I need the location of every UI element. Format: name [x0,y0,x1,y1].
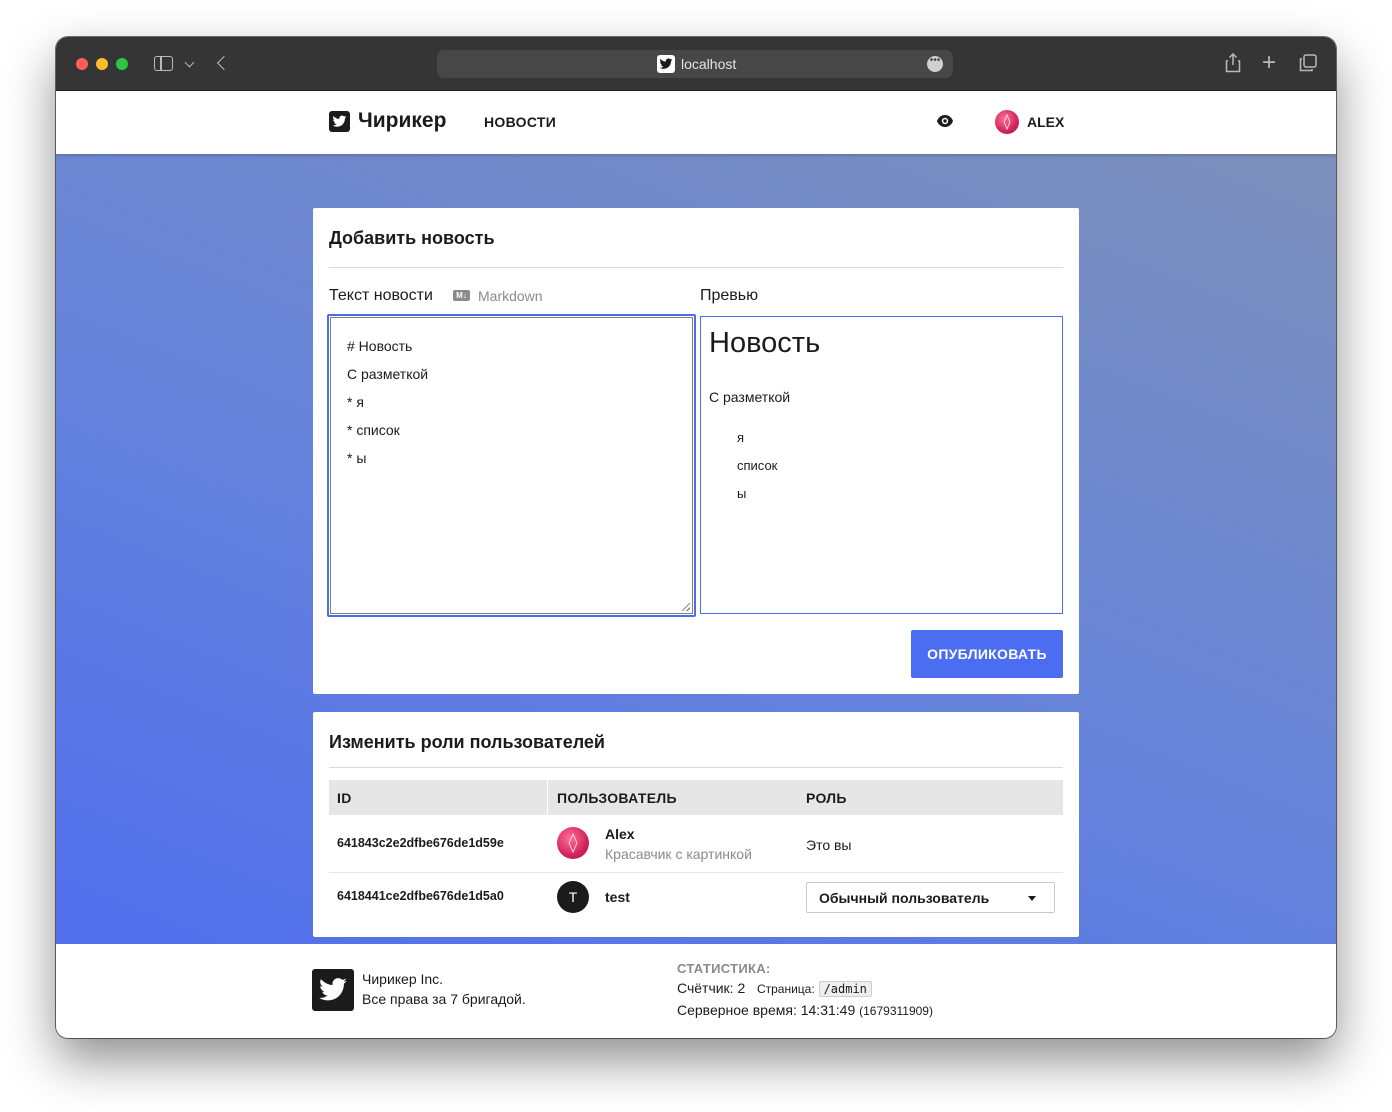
preview-heading: Новость [709,327,821,359]
twitter-logo-icon[interactable] [329,111,350,132]
server-time-label: Серверное время: [677,1002,797,1018]
add-news-card: Добавить новость Текст новости M↓ Markdo… [313,208,1079,694]
editor-line: * список [347,422,400,438]
twitter-favicon-icon [657,55,675,73]
editor-line: С разметкой [347,366,429,382]
user-roles-title: Изменить роли пользователей [329,732,605,752]
eye-icon[interactable] [936,114,954,128]
new-tab-icon[interactable]: + [1262,51,1276,75]
add-news-title: Добавить новость [329,228,495,248]
user-id-cell: 641843c2e2dfbe676de1d59e [337,836,504,850]
address-bar[interactable]: localhost ••• [437,50,953,78]
news-preview: Новость С разметкой я список ы [700,316,1063,614]
preview-list-item: список [737,458,778,473]
caret-down-icon [1028,896,1036,901]
publish-button[interactable]: ОПУБЛИКОВАТЬ [911,630,1063,678]
stats-time-line: Серверное время: 14:31:49 (1679311909) [677,1002,933,1018]
sidebar-toggle-icon[interactable] [154,56,173,71]
server-time: 14:31:49 [800,1002,856,1018]
user-name: test [605,889,630,905]
preview-list-item: я [737,430,745,445]
markdown-icon: M↓ [453,290,470,301]
user-menu-name[interactable]: ALEX [1027,114,1064,130]
chevron-down-icon[interactable] [184,57,195,68]
minimize-window-button[interactable] [96,58,108,70]
back-arrow-icon[interactable] [216,55,232,71]
nav-link-news[interactable]: НОВОСТИ [484,114,556,130]
footer-company: Чирикер Inc. [362,971,444,987]
news-text-editor[interactable]: # Новость С разметкой * я * список * ы [327,314,696,617]
editor-line: * ы [347,450,367,466]
divider [329,267,1063,268]
column-header-id: ID [337,790,352,806]
tab-overview-icon[interactable] [1299,54,1317,72]
avatar [557,827,589,859]
counter-label: Счётчик: [677,980,734,996]
brand-name[interactable]: Чирикер [358,109,446,133]
zoom-window-button[interactable] [116,58,128,70]
column-header-role: РОЛЬ [806,790,847,806]
url-text: localhost [681,56,737,72]
browser-window: localhost ••• + Чирикер НОВОСТИ ALEX Доб… [56,37,1336,1038]
news-text-label: Текст новости [329,287,433,304]
avatar[interactable] [995,110,1019,134]
stats-counter-line: Счётчик: 2 Страница: /admin [677,980,872,997]
user-name: Alex [605,826,635,842]
site-footer: Чирикер Inc. Все права за 7 бригадой. СТ… [56,944,1336,1038]
editor-line: * я [347,394,364,410]
twitter-logo-icon [312,969,354,1011]
footer-rights: Все права за 7 бригадой. [362,991,526,1007]
page-label: Страница: [756,982,815,996]
page: Чирикер НОВОСТИ ALEX Добавить новость Те… [56,91,1336,1038]
user-id-cell: 6418441ce2dfbe676de1d5a0 [337,889,504,903]
role-text: Это вы [806,837,852,853]
stats-title: СТАТИСТИКА: [677,961,771,976]
table-header: ID ПОЛЬЗОВАТЕЛЬ РОЛЬ [329,780,1063,815]
user-roles-card: Изменить роли пользователей ID ПОЛЬЗОВАТ… [313,712,1079,937]
more-options-icon[interactable]: ••• [927,56,943,72]
markdown-label: Markdown [478,288,543,304]
resize-handle-icon[interactable] [682,603,690,611]
column-header-user: ПОЛЬЗОВАТЕЛЬ [557,790,677,806]
column-divider [547,780,548,815]
preview-paragraph: С разметкой [709,389,791,405]
preview-list-item: ы [737,486,747,501]
editor-line: # Новость [347,338,413,354]
news-textarea[interactable]: # Новость С разметкой * я * список * ы [330,317,693,614]
page-path: /admin [818,981,872,997]
server-timestamp: (1679311909) [859,1004,933,1018]
user-subtitle: Красавчик с картинкой [605,846,752,862]
browser-toolbar: localhost ••• + [56,37,1336,91]
avatar: T [557,881,589,913]
divider [329,767,1063,768]
close-window-button[interactable] [76,58,88,70]
role-select[interactable]: Обычный пользователь [806,882,1055,913]
site-navbar: Чирикер НОВОСТИ ALEX [56,91,1336,154]
counter-value: 2 [737,980,746,996]
divider [329,872,1063,873]
preview-label: Превью [700,287,759,304]
share-icon[interactable] [1225,53,1241,73]
role-select-value: Обычный пользователь [819,890,990,906]
